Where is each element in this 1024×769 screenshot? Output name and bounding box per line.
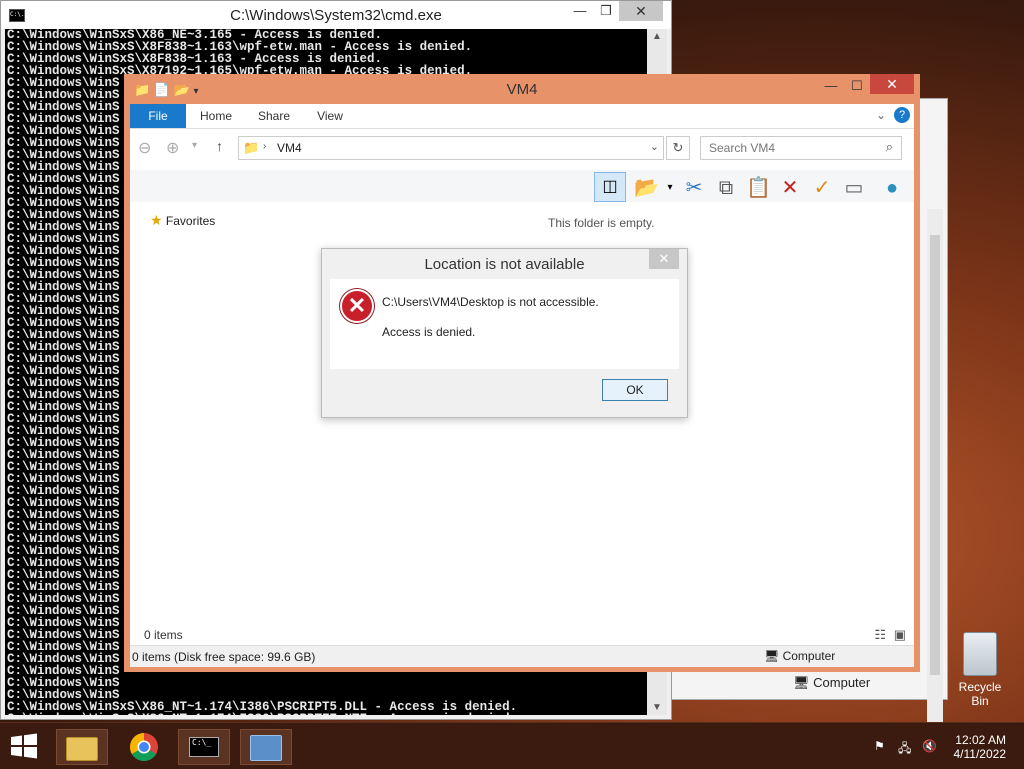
delete-icon[interactable]: ✕ xyxy=(778,176,802,200)
taskbar-cmd[interactable]: C:\_ xyxy=(178,729,230,765)
search-input[interactable]: Search VM4 ⌕ xyxy=(700,136,902,160)
cmd-titlebar[interactable]: C:\. C:\Windows\System32\cmd.exe — ❐ ✕ xyxy=(1,1,671,29)
empty-folder-text: This folder is empty. xyxy=(548,216,655,230)
error-icon: ✕ xyxy=(340,289,374,323)
navigation-pane[interactable]: ★ Favorites xyxy=(130,204,290,624)
computer-icon: 🖥 xyxy=(764,649,780,663)
properties-globe-icon[interactable]: ● xyxy=(880,176,904,200)
search-placeholder: Search VM4 xyxy=(709,141,776,155)
explorer-close-button[interactable]: ✕ xyxy=(870,74,914,94)
up-arrow-icon[interactable]: ↑ xyxy=(216,138,223,154)
status-location-label: Computer xyxy=(782,649,836,663)
rename-icon[interactable]: ▭ xyxy=(842,176,866,200)
tab-home[interactable]: Home xyxy=(196,104,236,128)
start-button[interactable] xyxy=(10,733,38,759)
cmd-maximize-button[interactable]: ❐ xyxy=(591,1,621,21)
item-count: 0 items xyxy=(144,628,183,642)
nav-favorites-label: Favorites xyxy=(165,214,216,228)
background-status-location: 🖥 Computer xyxy=(793,675,870,691)
dialog-close-button[interactable]: ✕ xyxy=(649,249,679,269)
paste-icon[interactable]: 📋 xyxy=(746,176,771,200)
details-view-icon[interactable]: ☷ xyxy=(874,627,886,643)
ribbon-expand-icon[interactable]: ⌄ xyxy=(876,108,886,122)
details-status-bar: 0 items (Disk free space: 99.6 GB) 🖥 Com… xyxy=(130,645,914,667)
clock[interactable]: 12:02 AM 4/11/2022 xyxy=(954,733,1007,761)
taskbar: C:\_ ⚑ 🖧 🔇 12:02 AM 4/11/2022 xyxy=(0,722,1024,769)
ribbon-tabs: File Home Share View ⌄ ? xyxy=(130,104,914,129)
explorer-maximize-button[interactable]: ☐ xyxy=(842,76,872,96)
scroll-down-icon[interactable]: ▼ xyxy=(647,702,667,713)
action-center-icon[interactable]: ⚑ xyxy=(874,739,885,753)
cut-icon[interactable]: ✂ xyxy=(682,176,706,200)
recent-chevron-icon[interactable]: ▾ xyxy=(192,140,197,151)
checkmark-icon[interactable]: ✓ xyxy=(810,176,834,200)
large-icons-view-icon[interactable]: ▣ xyxy=(894,627,906,643)
tab-view[interactable]: View xyxy=(310,104,350,128)
background-scrollbar[interactable] xyxy=(927,209,943,769)
help-icon[interactable]: ? xyxy=(894,107,910,123)
background-scroll-thumb[interactable] xyxy=(930,235,940,675)
dialog-body: ✕ C:\Users\VM4\Desktop is not accessible… xyxy=(330,279,679,369)
chrome-icon xyxy=(130,733,158,761)
status-location: 🖥 Computer xyxy=(764,649,835,663)
address-dropdown-icon[interactable]: ⌄ xyxy=(650,140,659,153)
explorer-title: VM4 xyxy=(506,81,538,98)
tab-file[interactable]: File xyxy=(130,104,186,128)
search-icon[interactable]: ⌕ xyxy=(886,139,893,155)
error-dialog[interactable]: Location is not available ✕ ✕ C:\Users\V… xyxy=(321,248,688,418)
dialog-title: Location is not available xyxy=(424,256,585,273)
chevron-right-icon[interactable]: › xyxy=(263,141,266,152)
computer-icon: 🖥 xyxy=(793,675,810,690)
file-explorer-icon xyxy=(66,737,98,761)
refresh-icon[interactable]: ↻ xyxy=(666,136,690,160)
folder-icon: 📁 xyxy=(243,140,260,155)
ok-button[interactable]: OK xyxy=(602,379,668,401)
recycle-bin[interactable]: Recycle Bin xyxy=(950,632,1010,708)
copy-icon[interactable]: ⧉ xyxy=(714,176,738,200)
taskbar-file-explorer[interactable] xyxy=(56,729,108,765)
taskbar-network[interactable] xyxy=(240,729,292,765)
cmd-line: C:\Windows\WinSxS\X86_NT~1.174\I386\PSCR… xyxy=(7,713,647,715)
address-bar[interactable]: 📁 › VM4 ⌄ xyxy=(238,136,664,160)
disk-free-text: 0 items (Disk free space: 99.6 GB) xyxy=(132,650,316,664)
dialog-detail: Access is denied. xyxy=(382,325,476,339)
forward-icon[interactable]: ⊕ xyxy=(166,138,179,158)
status-bar: 0 items ☷ ▣ xyxy=(130,624,914,646)
background-location-label: Computer xyxy=(813,675,871,690)
recycle-bin-label: Recycle Bin xyxy=(958,680,1002,708)
clock-time: 12:02 AM xyxy=(955,733,1006,747)
preview-pane-icon[interactable]: ◫ xyxy=(594,172,626,202)
star-icon: ★ xyxy=(150,212,163,228)
toolbar-chevron-icon[interactable]: ▾ xyxy=(658,176,682,200)
cmd-taskbar-icon: C:\_ xyxy=(189,737,219,757)
address-text: VM4 xyxy=(277,141,302,155)
recycle-bin-icon xyxy=(963,632,997,676)
folder-options-icon[interactable]: 📂 xyxy=(634,176,659,200)
tab-share[interactable]: Share xyxy=(254,104,294,128)
network-icon[interactable]: 🖧 xyxy=(898,739,911,760)
cmd-close-button[interactable]: ✕ xyxy=(619,1,663,21)
scroll-up-icon[interactable]: ▲ xyxy=(647,31,667,42)
windows-logo-icon xyxy=(11,733,37,759)
nav-item-favorites[interactable]: ★ Favorites xyxy=(150,212,215,229)
network-app-icon xyxy=(250,735,282,761)
dialog-message: C:\Users\VM4\Desktop is not accessible. xyxy=(382,295,599,309)
back-icon[interactable]: ⊖ xyxy=(138,138,151,158)
clock-date: 4/11/2022 xyxy=(953,747,1007,761)
volume-muted-icon[interactable]: 🔇 xyxy=(922,739,937,753)
taskbar-chrome[interactable] xyxy=(118,729,170,765)
